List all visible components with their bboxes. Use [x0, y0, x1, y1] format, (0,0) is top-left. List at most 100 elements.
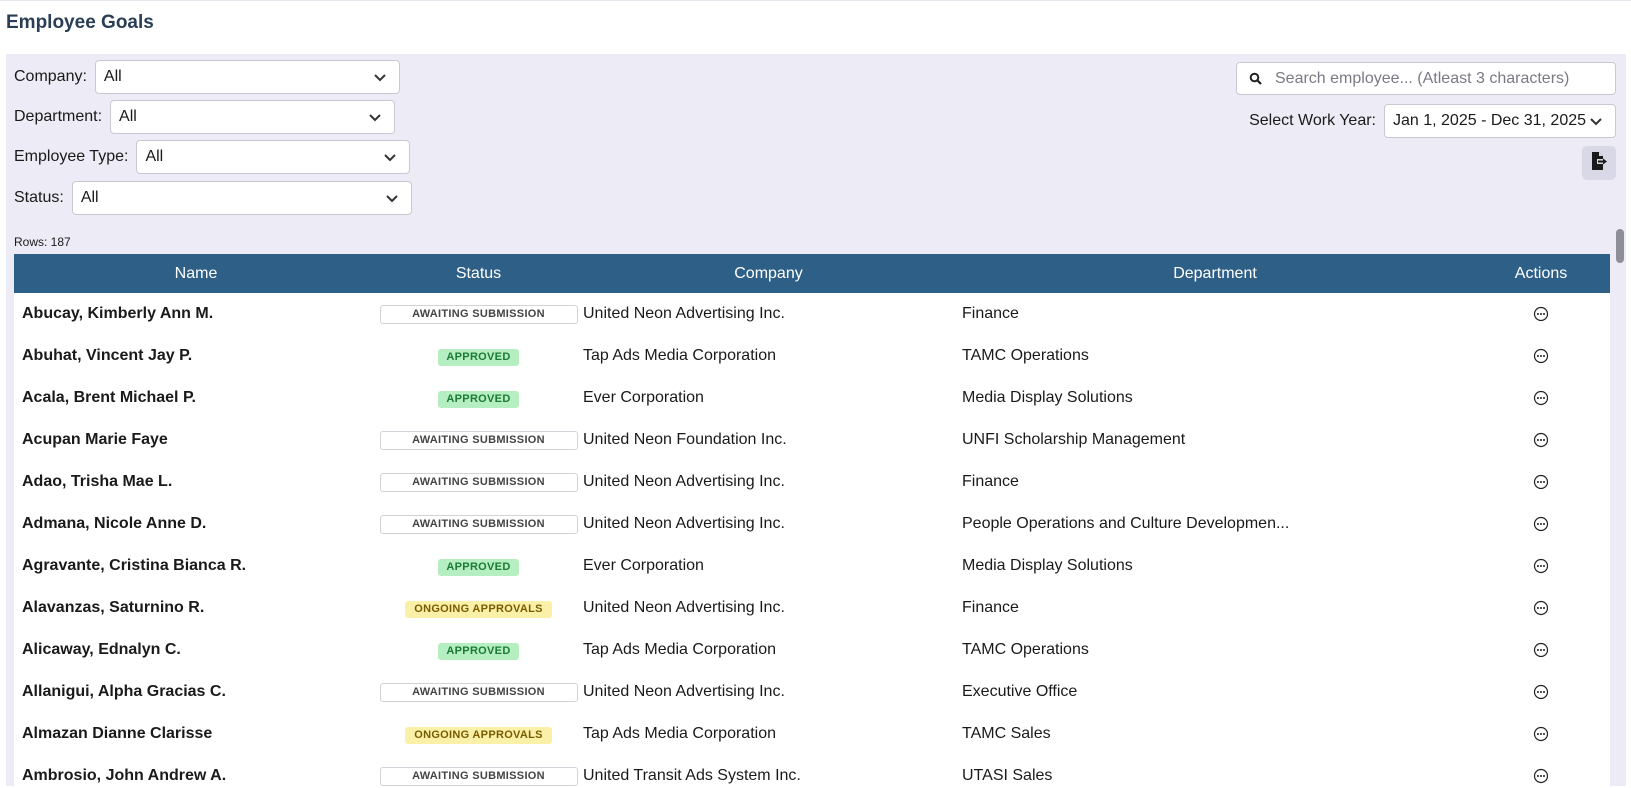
- status-cell: AWAITING SUBMISSION: [378, 671, 579, 713]
- department-filter: Department: All: [14, 100, 396, 134]
- actions-cell: [1472, 293, 1610, 335]
- table-header-row: Name Status Company Department Actions: [14, 254, 1610, 293]
- search-icon: [1249, 72, 1263, 86]
- employee-name: Allanigui, Alpha Gracias C.: [22, 683, 226, 700]
- actions-cell: [1472, 629, 1610, 671]
- status-badge: AWAITING SUBMISSION: [379, 767, 578, 786]
- column-header-actions: Actions: [1514, 264, 1568, 282]
- goals-panel: Company: All Department: All Employee Ty…: [6, 54, 1626, 786]
- employee-name: Abuhat, Vincent Jay P.: [22, 347, 193, 364]
- status-badge: APPROVED: [438, 642, 519, 660]
- employee-name: Admana, Nicole Anne D.: [22, 515, 207, 532]
- table-row[interactable]: Almazan Dianne Clarisse ONGOING APPROVALS…: [14, 713, 1610, 755]
- work-year-label: Select Work Year:: [1249, 112, 1376, 129]
- employee-name: Agravante, Cristina Bianca R.: [22, 557, 247, 574]
- table-row[interactable]: Abuhat, Vincent Jay P. APPROVED Tap Ads Me…: [14, 335, 1610, 377]
- more-options-icon[interactable]: [1533, 348, 1549, 364]
- actions-cell: [1472, 503, 1610, 545]
- company-cell: Ever Corporation: [583, 389, 704, 406]
- company-filter-label: Company:: [14, 68, 87, 85]
- more-options-icon[interactable]: [1533, 516, 1549, 532]
- employee-name: Acupan Marie Faye: [22, 431, 168, 448]
- table-row[interactable]: Adao, Trisha Mae L. AWAITING SUBMISSION Un…: [14, 461, 1610, 503]
- company-cell: Tap Ads Media Corporation: [583, 347, 776, 364]
- more-options-icon[interactable]: [1533, 726, 1549, 742]
- status-select[interactable]: All: [71, 181, 412, 215]
- status-cell: ONGOING APPROVALS: [378, 587, 579, 629]
- table-row[interactable]: Admana, Nicole Anne D. AWAITING SUBMISSIO…: [14, 503, 1610, 545]
- company-cell: Ever Corporation: [583, 557, 704, 574]
- company-cell: Tap Ads Media Corporation: [583, 641, 776, 658]
- more-options-icon[interactable]: [1533, 642, 1549, 658]
- export-button[interactable]: [1582, 146, 1616, 180]
- chevron-down-icon: [385, 191, 399, 205]
- more-options-icon[interactable]: [1533, 306, 1549, 322]
- more-options-icon[interactable]: [1533, 768, 1549, 784]
- company-select[interactable]: All: [94, 60, 400, 94]
- status-cell: APPROVED: [378, 335, 579, 377]
- table-row[interactable]: Allanigui, Alpha Gracias C. AWAITING SUBM…: [14, 671, 1610, 713]
- table-body: Abucay, Kimberly Ann M. AWAITING SUBMISSI…: [14, 293, 1610, 786]
- status-badge: APPROVED: [438, 390, 519, 408]
- actions-cell: [1472, 545, 1610, 587]
- department-cell: Executive Office: [962, 683, 1078, 700]
- status-cell: AWAITING SUBMISSION: [378, 503, 579, 545]
- work-year-select[interactable]: Jan 1, 2025 - Dec 31, 2025: [1384, 104, 1616, 138]
- status-badge: APPROVED: [438, 348, 519, 366]
- department-cell: UNFI Scholarship Management: [962, 431, 1186, 448]
- actions-cell: [1472, 755, 1610, 786]
- work-year-select-value: Jan 1, 2025 - Dec 31, 2025: [1393, 112, 1587, 129]
- column-header-name[interactable]: Name: [14, 254, 378, 293]
- table-row[interactable]: Alavanzas, Saturnino R. ONGOING APPROVALS…: [14, 587, 1610, 629]
- status-cell: ONGOING APPROVALS: [378, 713, 579, 755]
- employee-type-filter-label: Employee Type:: [14, 148, 129, 165]
- table-row[interactable]: Agravante, Cristina Bianca R. APPROVED Eve…: [14, 545, 1610, 587]
- more-options-icon[interactable]: [1533, 684, 1549, 700]
- status-badge: AWAITING SUBMISSION: [379, 305, 578, 324]
- status-cell: AWAITING SUBMISSION: [378, 293, 579, 335]
- employee-type-select-value: All: [145, 148, 164, 165]
- employee-type-select[interactable]: All: [136, 140, 411, 174]
- more-options-icon[interactable]: [1533, 474, 1549, 490]
- more-options-icon[interactable]: [1533, 390, 1549, 406]
- more-options-icon[interactable]: [1533, 600, 1549, 616]
- goals-table-container: Name Status Company Department Actions A…: [14, 254, 1610, 786]
- company-cell: United Transit Ads System Inc.: [583, 767, 801, 784]
- column-header-department[interactable]: Department: [958, 254, 1472, 293]
- more-options-icon[interactable]: [1533, 432, 1549, 448]
- column-header-status[interactable]: Status: [378, 254, 579, 293]
- company-cell: United Neon Foundation Inc.: [583, 431, 787, 448]
- status-badge: APPROVED: [438, 558, 519, 576]
- department-cell: TAMC Operations: [962, 347, 1089, 364]
- status-badge: AWAITING SUBMISSION: [379, 431, 578, 450]
- work-year-filter: Select Work Year: Jan 1, 2025 - Dec 31, …: [1249, 104, 1616, 138]
- employee-name: Abucay, Kimberly Ann M.: [22, 305, 214, 322]
- table-row[interactable]: Ambrosio, John Andrew A. AWAITING SUBMISS…: [14, 755, 1610, 786]
- table-row[interactable]: Acala, Brent Michael P. APPROVED Ever Corp…: [14, 377, 1610, 419]
- status-badge: ONGOING APPROVALS: [405, 600, 552, 618]
- employee-name: Almazan Dianne Clarisse: [22, 725, 213, 742]
- vertical-scrollbar[interactable]: [1616, 229, 1624, 786]
- rows-count: Rows: 187: [14, 235, 71, 249]
- employee-name: Alavanzas, Saturnino R.: [22, 599, 205, 616]
- department-select[interactable]: All: [110, 100, 396, 134]
- search-input[interactable]: [1275, 69, 1605, 88]
- employee-name: Acala, Brent Michael P.: [22, 389, 196, 406]
- actions-cell: [1472, 461, 1610, 503]
- employee-name: Adao, Trisha Mae L.: [22, 473, 173, 490]
- department-filter-label: Department:: [14, 108, 103, 125]
- actions-cell: [1472, 377, 1610, 419]
- status-badge: AWAITING SUBMISSION: [379, 515, 578, 534]
- scrollbar-thumb[interactable]: [1616, 229, 1624, 263]
- goals-table: Name Status Company Department Actions A…: [14, 254, 1610, 786]
- column-header-company[interactable]: Company: [579, 254, 958, 293]
- page-title: Employee Goals: [6, 12, 154, 33]
- status-cell: AWAITING SUBMISSION: [378, 755, 579, 786]
- company-cell: United Neon Advertising Inc.: [583, 473, 785, 490]
- more-options-icon[interactable]: [1533, 558, 1549, 574]
- table-row[interactable]: Alicaway, Ednalyn C. APPROVED Tap Ads Medi…: [14, 629, 1610, 671]
- table-row[interactable]: Acupan Marie Faye AWAITING SUBMISSION Unit…: [14, 419, 1610, 461]
- chevron-down-icon: [368, 110, 382, 124]
- company-cell: United Neon Advertising Inc.: [583, 515, 785, 532]
- table-row[interactable]: Abucay, Kimberly Ann M. AWAITING SUBMISSI…: [14, 293, 1610, 335]
